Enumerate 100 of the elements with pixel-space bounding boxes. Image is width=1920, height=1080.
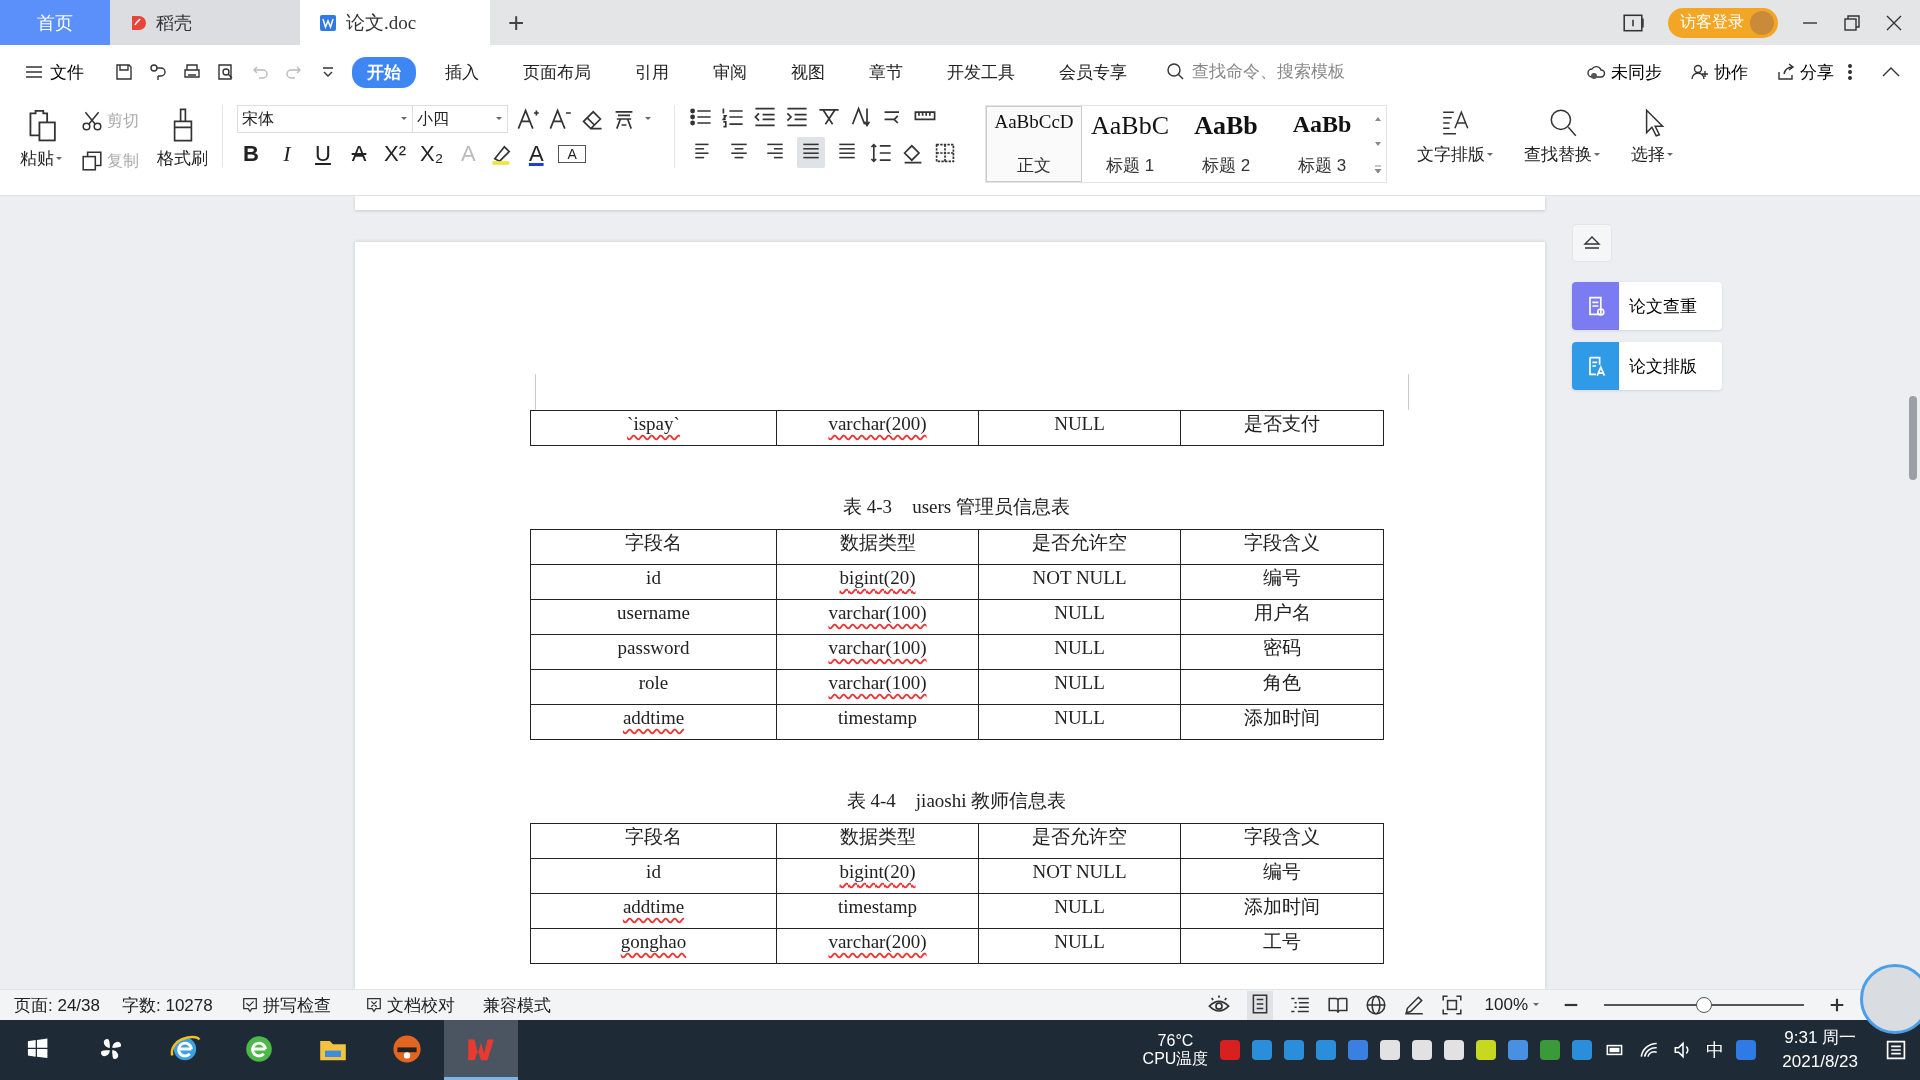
- style-preset[interactable]: AaBb 标题 3: [1274, 106, 1370, 182]
- style-preset[interactable]: AaBbCcD 正文: [986, 106, 1082, 182]
- notification-icon[interactable]: [1884, 1038, 1908, 1062]
- clock-date[interactable]: 2021/8/23: [1782, 1050, 1858, 1074]
- format-button[interactable]: A: [345, 141, 373, 167]
- table-cell: password: [617, 637, 690, 658]
- caret-icon[interactable]: [400, 115, 408, 123]
- table-cell: 用户名: [1253, 602, 1311, 623]
- format-button[interactable]: B: [237, 141, 265, 167]
- status-tool-button[interactable]: 拼写检查: [234, 992, 337, 1018]
- tray-icon[interactable]: [1444, 1040, 1465, 1060]
- zoom-in-icon[interactable]: [1828, 996, 1846, 1014]
- document-icon[interactable]: [318, 12, 338, 33]
- caret-icon[interactable]: [1666, 150, 1674, 159]
- font-size-select[interactable]: 小四: [412, 105, 508, 133]
- menu-tab[interactable]: 审阅: [698, 56, 762, 88]
- ribbon-button[interactable]: 查找替换: [1518, 105, 1607, 168]
- menu-tab[interactable]: 视图: [776, 56, 840, 88]
- table-cell: varchar(100): [828, 602, 927, 623]
- format-painter-button[interactable]: 格式刷: [151, 105, 214, 172]
- menu-tab[interactable]: 开始: [352, 56, 416, 88]
- font-select[interactable]: 宋体: [237, 105, 413, 133]
- format-button[interactable]: A: [522, 141, 551, 167]
- collapse-button[interactable]: [1572, 224, 1612, 262]
- menu-tab[interactable]: 插入: [430, 56, 494, 88]
- save-icon[interactable]: [114, 62, 134, 82]
- menu-tab[interactable]: 开发工具: [932, 56, 1030, 88]
- file-menu[interactable]: 文件: [18, 59, 90, 85]
- caret-icon[interactable]: [55, 154, 63, 163]
- toolbar-action[interactable]: 协作: [1684, 59, 1754, 85]
- restore-icon[interactable]: [1842, 12, 1862, 33]
- user-add-icon[interactable]: [1690, 62, 1710, 82]
- format-icon[interactable]: [148, 62, 168, 82]
- style-preset[interactable]: AaBbC 标题 1: [1082, 106, 1178, 182]
- menu-tab[interactable]: 引用: [620, 56, 684, 88]
- scissors-icon: [81, 110, 103, 132]
- zoom-select[interactable]: 100%: [1478, 994, 1546, 1016]
- x-note-icon[interactable]: [364, 996, 383, 1014]
- menu-tab[interactable]: 页面布局: [508, 56, 606, 88]
- caret-icon[interactable]: [1593, 150, 1601, 159]
- style-preset[interactable]: AaBb 标题 2: [1178, 106, 1274, 182]
- slider-thumb[interactable]: [1696, 997, 1712, 1013]
- toolbar-action[interactable]: 分享: [1770, 59, 1840, 85]
- side-panel-button[interactable]: 论文排版: [1572, 342, 1722, 390]
- caret-icon[interactable]: [1532, 1001, 1540, 1009]
- document-tab[interactable]: 稻壳: [110, 0, 300, 45]
- input-method[interactable]: 中: [1706, 1038, 1725, 1062]
- ribbon-button[interactable]: 文字排版: [1411, 105, 1500, 168]
- tray-icon[interactable]: [1476, 1040, 1497, 1060]
- paste-button[interactable]: 粘贴: [14, 105, 69, 172]
- sort-icon[interactable]: [849, 105, 873, 129]
- table-cell: NULL: [1054, 602, 1105, 623]
- format-button[interactable]: X₂: [417, 141, 447, 167]
- pencil-icon[interactable]: [1402, 994, 1425, 1016]
- toolbar-action[interactable]: 未同步: [1581, 59, 1668, 85]
- table-cell: addtime: [622, 896, 685, 917]
- expand-icon[interactable]: [1373, 164, 1383, 175]
- format-button[interactable]: U: [309, 141, 337, 167]
- table-cell: 角色: [1263, 672, 1301, 693]
- table-cell: timestamp: [837, 896, 918, 917]
- status-tool-button[interactable]: 文档校对: [358, 992, 461, 1018]
- grow-font-icon[interactable]: [516, 107, 540, 131]
- fit-icon[interactable]: [1440, 994, 1463, 1016]
- ribbon-button[interactable]: 选择: [1625, 105, 1680, 168]
- side-panel-button[interactable]: 论文查重: [1572, 282, 1722, 330]
- share-icon[interactable]: [1776, 62, 1796, 82]
- clock-time[interactable]: 9:31 周一: [1784, 1026, 1857, 1050]
- caret-icon[interactable]: [1486, 150, 1494, 159]
- command-search-field[interactable]: 查找命令、搜索模板: [1166, 61, 1394, 83]
- table-cell: id: [646, 567, 661, 588]
- table-cell: `ispay`: [627, 413, 680, 434]
- tray-icon[interactable]: [1412, 1040, 1433, 1060]
- menu-tab[interactable]: 章节: [854, 56, 918, 88]
- check-note-icon[interactable]: [240, 996, 259, 1014]
- compat-mode: 兼容模式: [482, 994, 551, 1017]
- table-cell: NOT NULL: [1032, 861, 1127, 882]
- indent-icon[interactable]: [785, 105, 809, 129]
- format-button[interactable]: I: [273, 141, 301, 167]
- new-tab-button[interactable]: +: [490, 0, 543, 45]
- table-cell: 工号: [1263, 931, 1301, 952]
- format-button[interactable]: A: [558, 145, 587, 163]
- align-button[interactable]: [797, 137, 825, 168]
- tray-icon[interactable]: [1380, 1040, 1401, 1060]
- table-cell: varchar(200): [828, 413, 927, 434]
- document-tab[interactable]: 论文.doc: [300, 0, 490, 45]
- shrink-font-icon[interactable]: [548, 107, 572, 131]
- header-cell: 数据类型: [839, 826, 916, 847]
- caret-icon[interactable]: [495, 115, 503, 123]
- caret-icon[interactable]: [644, 115, 652, 123]
- table-cell: NULL: [1054, 931, 1105, 952]
- outdent-icon[interactable]: [753, 105, 777, 129]
- menu-tab[interactable]: 会员专享: [1044, 56, 1142, 88]
- table-cell: bigint(20): [839, 861, 916, 882]
- page-count: 页面: 24/38: [14, 994, 100, 1017]
- format-button[interactable]: X²: [381, 141, 409, 167]
- scrollbar-thumb[interactable]: [1909, 396, 1917, 480]
- table-cell: bigint(20): [839, 567, 916, 588]
- search-icon: [1166, 62, 1186, 82]
- page-view-button[interactable]: [1246, 990, 1273, 1020]
- globe-icon[interactable]: [1364, 994, 1387, 1016]
